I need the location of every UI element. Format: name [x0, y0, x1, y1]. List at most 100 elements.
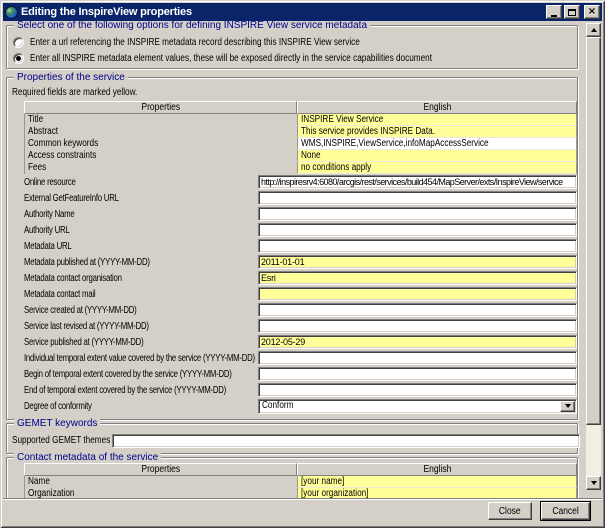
radio-icon[interactable]: [13, 37, 24, 48]
table-row-access-constraints: Access constraints None: [24, 150, 577, 162]
field-row-service-created-at: Service created at (YYYY-MM-DD): [24, 302, 577, 318]
individual-temporal-extent-input[interactable]: [258, 351, 577, 365]
close-button[interactable]: Close: [488, 502, 532, 520]
contact-metadata-group: Contact metadata of the service Properti…: [6, 457, 578, 498]
online-resource-input[interactable]: [258, 175, 577, 189]
maximize-button[interactable]: [564, 5, 580, 19]
field-row-authority-url: Authority URL: [24, 222, 577, 238]
field-row-external-getfeatureinfo-url: External GetFeatureInfo URL: [24, 190, 577, 206]
scrollbar-thumb[interactable]: [586, 37, 601, 425]
organization-value-cell[interactable]: [your organization]: [297, 488, 577, 498]
field-label: Authority URL: [24, 225, 258, 236]
dialog-window: Editing the InspireView properties × Sel…: [0, 0, 605, 528]
globe-icon: [5, 6, 18, 19]
common-keywords-value-cell[interactable]: WMS,INSPIRE,ViewService,infoMapAccessSer…: [297, 138, 577, 150]
chevron-down-icon: [565, 404, 571, 411]
english-column-header[interactable]: English: [297, 101, 577, 114]
field-label: Service created at (YYYY-MM-DD): [24, 305, 258, 316]
row-label: Name: [24, 476, 297, 488]
radio-option-url-reference[interactable]: Enter a url referencing the INSPIRE meta…: [10, 34, 574, 50]
field-label: Metadata contact mail: [24, 289, 258, 300]
dialog-buttons: Close Cancel: [488, 502, 590, 520]
external-getfeatureinfo-url-input[interactable]: [258, 191, 577, 205]
authority-url-input[interactable]: [258, 223, 577, 237]
service-published-at-input[interactable]: [258, 335, 577, 349]
field-label: Service last revised at (YYYY-MM-DD): [24, 321, 258, 332]
group-title: Select one of the following options for …: [14, 21, 370, 31]
minimize-button[interactable]: [546, 5, 562, 19]
window-controls: ×: [546, 5, 600, 19]
field-row-metadata-contact-organisation: Metadata contact organisation: [24, 270, 577, 286]
group-title: GEMET keywords: [14, 418, 100, 429]
scrollbar-track[interactable]: [586, 425, 601, 476]
authority-name-input[interactable]: [258, 207, 577, 221]
fees-value-cell[interactable]: no conditions apply: [297, 162, 577, 174]
field-label: Begin of temporal extent covered by the …: [24, 369, 258, 380]
field-label: External GetFeatureInfo URL: [24, 193, 258, 204]
combo-dropdown-button[interactable]: [560, 401, 575, 412]
end-temporal-extent-input[interactable]: [258, 383, 577, 397]
english-column-header[interactable]: English: [297, 463, 577, 476]
window-title: Editing the InspireView properties: [21, 6, 543, 18]
service-last-revised-at-input[interactable]: [258, 319, 577, 333]
properties-column-header[interactable]: Properties: [24, 463, 297, 476]
title-value-cell[interactable]: INSPIRE View Service: [297, 114, 577, 126]
begin-temporal-extent-input[interactable]: [258, 367, 577, 381]
properties-table: Properties English Title INSPIRE View Se…: [24, 101, 577, 174]
field-row-metadata-contact-mail: Metadata contact mail: [24, 286, 577, 302]
maximize-icon: [568, 9, 576, 16]
table-row-organization: Organization [your organization]: [24, 488, 577, 498]
properties-column-header[interactable]: Properties: [24, 101, 297, 114]
table-row-name: Name [your name]: [24, 476, 577, 488]
field-row-individual-temporal-extent: Individual temporal extent value covered…: [24, 350, 577, 366]
dialog-client-area: Select one of the following options for …: [3, 21, 602, 525]
field-label: Metadata contact organisation: [24, 273, 258, 284]
table-row-fees: Fees no conditions apply: [24, 162, 577, 174]
radio-label: Enter all INSPIRE metadata element value…: [30, 53, 432, 64]
name-value-cell[interactable]: [your name]: [297, 476, 577, 488]
service-created-at-input[interactable]: [258, 303, 577, 317]
field-row-metadata-url: Metadata URL: [24, 238, 577, 254]
field-label: End of temporal extent covered by the se…: [24, 385, 258, 396]
row-label: Title: [24, 114, 297, 126]
row-label: Fees: [24, 162, 297, 174]
scroll-down-button[interactable]: [586, 476, 601, 490]
field-label: Metadata published at (YYYY-MM-DD): [24, 257, 258, 268]
field-row-online-resource: Online resource: [24, 174, 577, 190]
metadata-url-input[interactable]: [258, 239, 577, 253]
metadata-published-at-input[interactable]: [258, 255, 577, 269]
group-title: Properties of the service: [14, 72, 128, 83]
radio-option-enter-all-values[interactable]: Enter all INSPIRE metadata element value…: [10, 50, 574, 66]
table-header: Properties English: [24, 101, 577, 114]
required-fields-note: Required fields are marked yellow.: [12, 86, 574, 99]
field-label: Authority Name: [24, 209, 258, 220]
scroll-down-icon: [591, 481, 597, 488]
field-row-begin-temporal-extent: Begin of temporal extent covered by the …: [24, 366, 577, 382]
radio-label: Enter a url referencing the INSPIRE meta…: [30, 37, 360, 48]
access-constraints-value-cell[interactable]: None: [297, 150, 577, 162]
field-label: Supported GEMET themes: [12, 435, 112, 446]
scroll-up-button[interactable]: [586, 23, 601, 37]
minimize-icon: [551, 15, 557, 17]
titlebar: Editing the InspireView properties ×: [3, 3, 602, 21]
properties-of-service-group: Properties of the service Required field…: [6, 77, 578, 420]
field-label: Online resource: [24, 177, 258, 188]
scroll-area: Select one of the following options for …: [3, 21, 602, 498]
group-title: Contact metadata of the service: [14, 452, 161, 463]
radio-selected-icon[interactable]: [13, 53, 24, 64]
abstract-value-cell[interactable]: This service provides INSPIRE Data.: [297, 126, 577, 138]
cancel-button[interactable]: Cancel: [541, 502, 590, 520]
row-label: Common keywords: [24, 138, 297, 150]
degree-of-conformity-select[interactable]: Conform: [258, 399, 577, 414]
close-window-button[interactable]: ×: [584, 5, 600, 19]
table-row-common-keywords: Common keywords WMS,INSPIRE,ViewService,…: [24, 138, 577, 150]
field-row-service-last-revised-at: Service last revised at (YYYY-MM-DD): [24, 318, 577, 334]
field-label: Degree of conformity: [24, 401, 258, 412]
metadata-contact-mail-input[interactable]: [258, 287, 577, 301]
metadata-contact-organisation-input[interactable]: [258, 271, 577, 285]
field-row-end-temporal-extent: End of temporal extent covered by the se…: [24, 382, 577, 398]
close-icon: ×: [588, 7, 596, 17]
vertical-scrollbar[interactable]: [586, 23, 601, 490]
table-header: Properties English: [24, 463, 577, 476]
supported-gemet-themes-input[interactable]: [112, 434, 580, 448]
